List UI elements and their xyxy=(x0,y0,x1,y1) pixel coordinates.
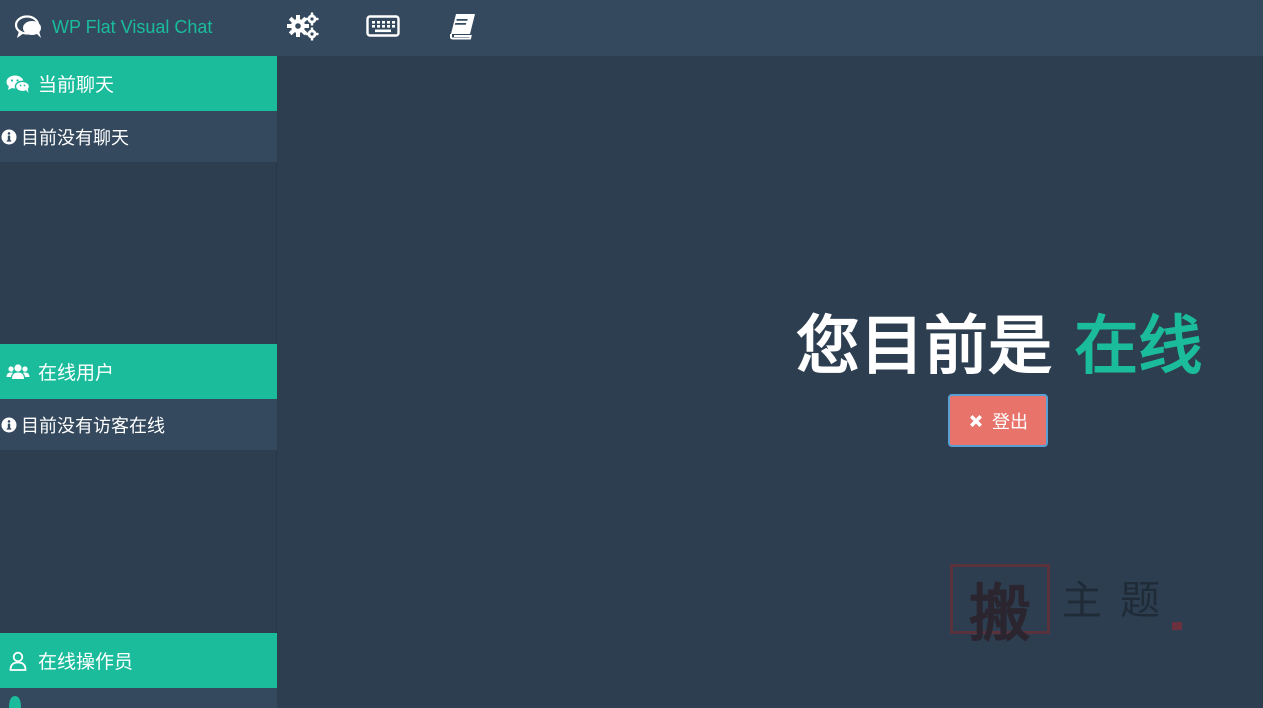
settings-button[interactable] xyxy=(286,11,320,41)
online-users-label: 在线用户 xyxy=(38,362,115,384)
info-circle-icon xyxy=(1,129,17,144)
logout-label: 登出 xyxy=(992,411,1028,433)
documentation-button[interactable] xyxy=(446,11,480,41)
watermark-mark xyxy=(1172,622,1182,630)
current-chats-empty-text: 目前没有聊天 xyxy=(21,127,129,149)
online-operators-header[interactable]: 在线操作员 xyxy=(0,633,277,688)
status-prefix: 您目前是 xyxy=(796,310,1052,384)
user-icon xyxy=(6,650,30,672)
close-icon xyxy=(970,414,982,427)
watermark-seal: 搬 xyxy=(950,564,1050,650)
wechat-icon xyxy=(6,73,30,95)
watermark-text: 主题 xyxy=(1062,578,1178,624)
info-circle-icon xyxy=(1,417,17,432)
status-heading: 您目前是 在线 xyxy=(796,310,1202,384)
book-icon xyxy=(450,14,475,40)
online-users-empty-text: 目前没有访客在线 xyxy=(21,415,165,437)
main-panel: 您目前是 在线 登出 搬 主题 xyxy=(278,56,1263,708)
online-users-header[interactable]: 在线用户 xyxy=(0,344,277,399)
logout-button[interactable]: 登出 xyxy=(948,394,1048,447)
current-chats-label: 当前聊天 xyxy=(38,74,115,96)
app-title: WP Flat Visual Chat xyxy=(52,16,213,37)
current-chats-header[interactable]: 当前聊天 xyxy=(0,56,277,111)
online-operators-label: 在线操作员 xyxy=(38,651,134,673)
top-navbar: WP Flat Visual Chat xyxy=(0,0,1263,56)
gears-icon xyxy=(287,12,319,41)
online-users-empty: 目前没有访客在线 xyxy=(0,399,277,450)
sidebar: 当前聊天 目前没有聊天 在线用户 目前没有访客在线 在线操作员 xyxy=(0,56,277,708)
users-icon xyxy=(6,361,30,383)
current-chats-empty: 目前没有聊天 xyxy=(0,111,277,162)
keyboard-icon xyxy=(366,15,400,37)
chat-bubbles-icon xyxy=(14,15,41,38)
keyboard-button[interactable] xyxy=(366,11,400,41)
operator-avatar-icon xyxy=(9,696,21,708)
status-value: 在线 xyxy=(1074,310,1203,384)
brand[interactable]: WP Flat Visual Chat xyxy=(14,12,212,42)
operator-list-item[interactable] xyxy=(0,688,277,708)
watermark-logo: 搬 主题 xyxy=(950,564,1182,650)
